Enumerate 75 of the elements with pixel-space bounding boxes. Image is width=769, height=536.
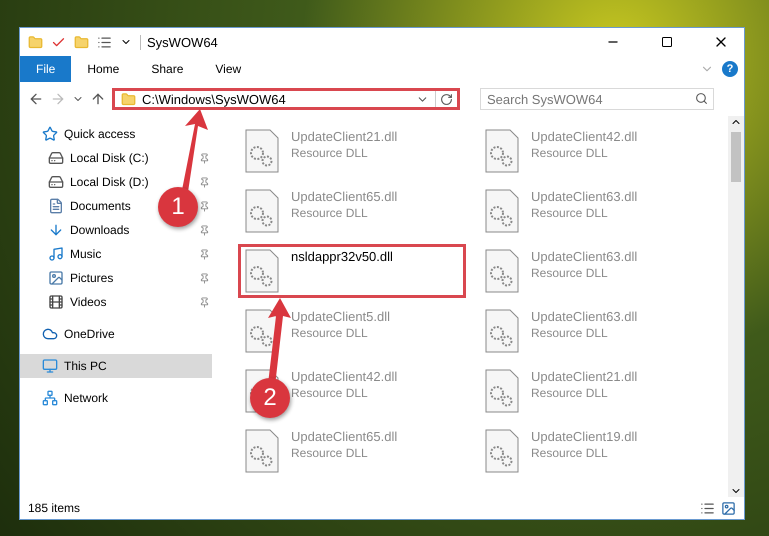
ribbon-tab[interactable]: View — [199, 56, 258, 82]
gear-file-icon — [245, 249, 279, 293]
network-icon — [42, 390, 58, 406]
pin-icon[interactable] — [199, 200, 210, 212]
file-name[interactable]: nsldappr32v50.dll — [291, 249, 393, 264]
folder-icon[interactable] — [28, 34, 43, 50]
sidebar-item[interactable]: OneDrive — [20, 322, 119, 346]
file-type: Resource DLL — [291, 326, 369, 340]
ribbon-tab[interactable]: Home — [71, 56, 136, 82]
window-title: SysWOW64 — [140, 34, 582, 50]
pin-icon[interactable] — [199, 248, 210, 260]
help-button[interactable]: ? — [722, 61, 738, 77]
sidebar-item[interactable]: This PC — [20, 354, 212, 378]
pin-icon[interactable] — [199, 176, 210, 188]
gear-file-icon — [245, 129, 279, 173]
large-icons-view-icon[interactable] — [721, 500, 736, 516]
scroll-thumb[interactable] — [731, 132, 741, 182]
item-count: 185 items — [28, 501, 82, 515]
view-list-icon[interactable] — [97, 34, 112, 50]
file-type: Resource DLL — [531, 206, 609, 220]
pin-icon[interactable] — [199, 272, 210, 284]
file-type: Resource DLL — [291, 146, 369, 160]
file-type: Resource DLL — [291, 206, 369, 220]
file-type: Resource DLL — [291, 446, 369, 460]
gear-file-icon — [485, 309, 519, 353]
sidebar-item[interactable]: Pictures — [20, 266, 118, 290]
pin-icon[interactable] — [199, 296, 210, 308]
sidebar-item[interactable]: Local Disk (C:) — [20, 146, 153, 170]
search-field[interactable]: Search SysWOW64 — [480, 88, 714, 110]
file-type: Resource DLL — [531, 266, 609, 280]
sidebar-item[interactable]: Documents — [20, 194, 135, 218]
sidebar-item[interactable]: Videos — [20, 290, 110, 314]
gear-file-icon — [485, 189, 519, 233]
search-icon — [695, 92, 708, 105]
document-icon — [48, 198, 64, 214]
sidebar-item[interactable]: Local Disk (D:) — [20, 170, 153, 194]
picture-icon — [48, 270, 64, 286]
gear-file-icon — [485, 129, 519, 173]
file-type: Resource DLL — [291, 386, 369, 400]
up-icon[interactable] — [90, 91, 106, 107]
gear-file-icon — [245, 429, 279, 473]
sidebar-item[interactable]: Downloads — [20, 218, 134, 242]
star-icon — [42, 126, 58, 142]
pin-icon[interactable] — [199, 224, 210, 236]
file-type: Resource DLL — [531, 386, 609, 400]
sidebar-item[interactable]: Quick access — [20, 122, 140, 146]
gear-file-icon — [485, 429, 519, 473]
file-menu-tab[interactable]: File — [20, 56, 72, 82]
gear-file-icon — [245, 189, 279, 233]
vertical-scrollbar[interactable] — [728, 116, 744, 497]
monitor-icon — [42, 358, 58, 374]
forward-icon[interactable] — [50, 91, 66, 107]
file-type: Resource DLL — [531, 326, 609, 340]
maximize-icon — [661, 36, 673, 48]
highlighted-file-item[interactable]: nsldappr32v50.dll — [238, 244, 466, 298]
ribbon-tab[interactable]: Share — [135, 56, 200, 82]
pin-icon[interactable] — [199, 152, 210, 164]
film-icon — [48, 294, 64, 310]
details-view-icon[interactable] — [700, 500, 715, 516]
drive-icon — [48, 174, 64, 190]
gear-file-icon — [485, 369, 519, 413]
sidebar-item[interactable]: Music — [20, 242, 106, 266]
back-icon[interactable] — [28, 91, 44, 107]
drive-icon — [48, 150, 64, 166]
folder-icon — [121, 92, 136, 106]
file-type: Resource DLL — [531, 446, 609, 460]
file-type: Resource DLL — [531, 146, 609, 160]
address-bar[interactable]: C:\Windows\SysWOW64 — [112, 88, 460, 110]
refresh-icon — [440, 92, 453, 106]
folder-icon[interactable] — [74, 34, 89, 50]
sidebar-item[interactable]: Network — [20, 386, 112, 410]
music-note-icon — [48, 246, 64, 262]
cloud-icon — [42, 326, 58, 342]
gear-file-icon — [485, 249, 519, 293]
address-path: C:\Windows\SysWOW64 — [142, 92, 287, 106]
